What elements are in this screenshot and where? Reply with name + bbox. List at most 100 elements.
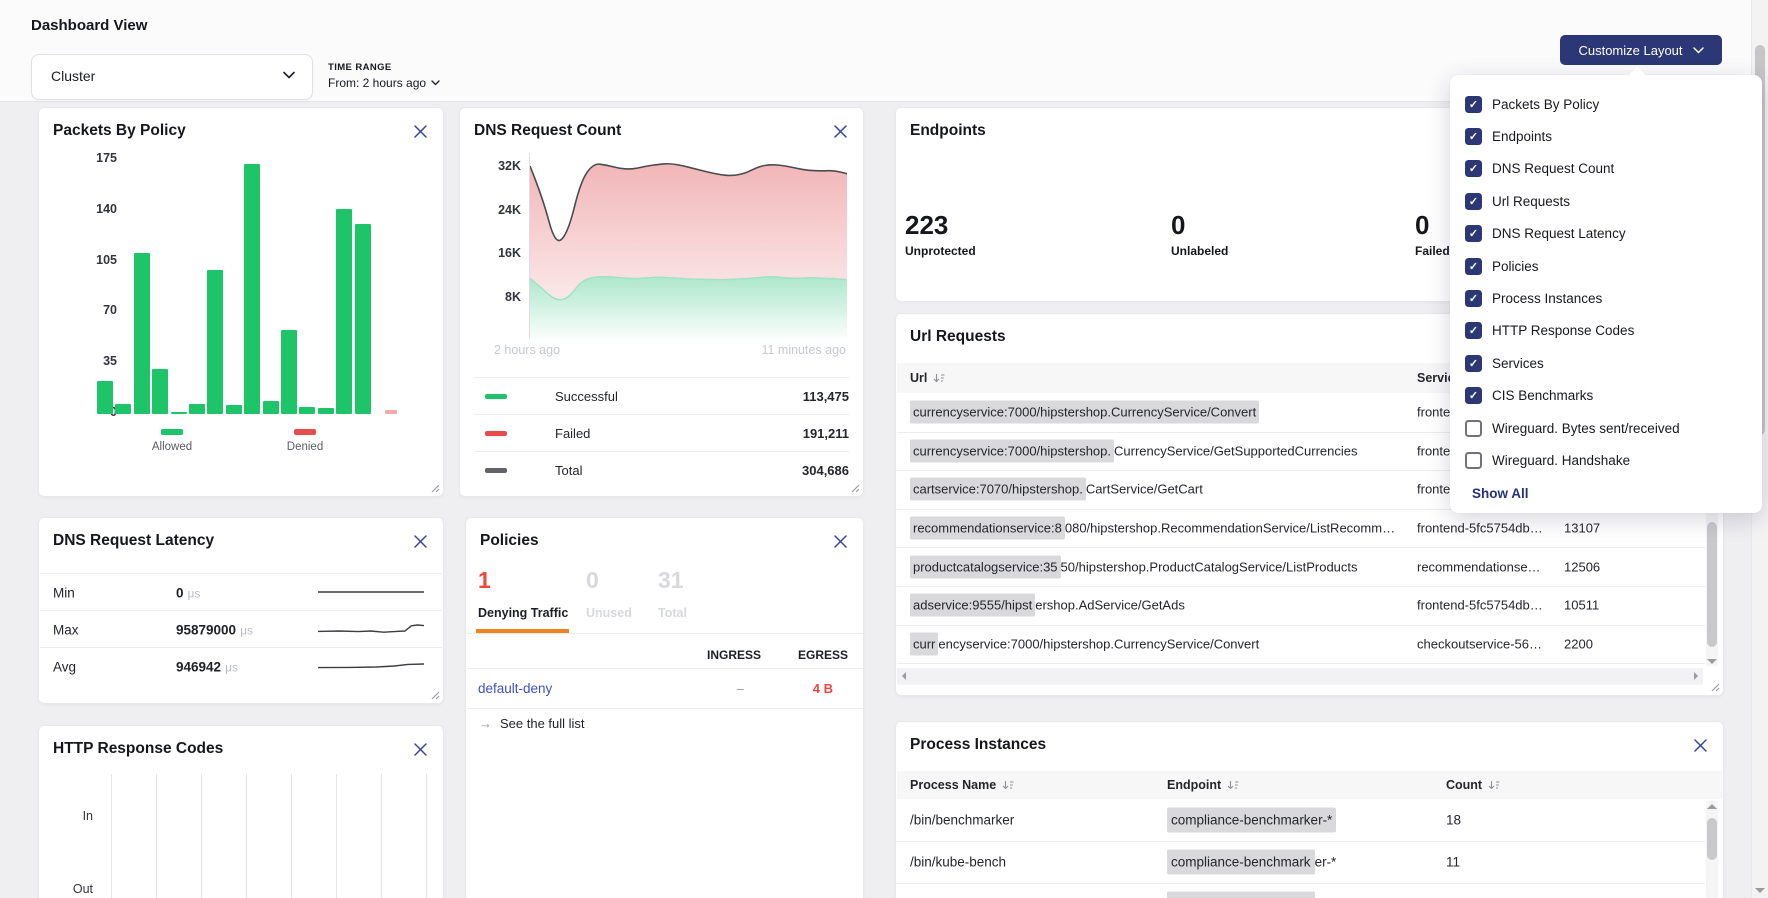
resize-handle[interactable] [850,483,860,493]
view-selector[interactable]: Cluster [31,54,313,100]
scroll-down-icon[interactable] [1755,888,1765,893]
column-header-endpoint[interactable]: Endpoint [1167,771,1239,799]
url-cell: adservice:9555/hipstershop.AdService/Get… [910,598,1185,613]
horizontal-scrollbar[interactable] [897,668,1703,685]
resize-handle[interactable] [1710,682,1720,692]
time-range: TIME RANGE From: 2 hours ago [328,62,440,90]
menu-item-dns-request-latency[interactable]: ✓ DNS Request Latency [1450,218,1762,250]
x-axis-label-end: 11 minutes ago [761,343,846,357]
column-header-url[interactable]: Url [910,363,945,393]
gridline [246,774,247,898]
url-cell: productcatalogservice:3550/hipstershop.P… [910,559,1358,574]
latency-row-min: Min0μs [40,573,442,611]
menu-item-label: DNS Request Latency [1492,226,1626,241]
checkbox-checked-icon[interactable]: ✓ [1465,290,1482,307]
menu-item-http-response-codes[interactable]: ✓HTTP Response Codes [1450,315,1762,347]
panel-policies: Policies 1 0 31 Denying Traffic Unused T… [465,517,864,898]
resize-handle[interactable] [430,690,440,700]
stat-unused-value: 0 [586,568,599,592]
close-icon[interactable] [409,530,431,552]
legend-label: Failed [555,426,590,441]
legend-value: 191,211 [803,426,849,441]
checkbox-checked-icon[interactable]: ✓ [1465,355,1482,372]
menu-item-label: Wireguard. Handshake [1492,453,1630,468]
allowed-bar [226,405,242,414]
scroll-left-icon[interactable] [902,672,906,680]
sort-icon [1227,780,1239,791]
close-icon[interactable] [829,530,851,552]
checkbox-checked-icon[interactable]: ✓ [1465,96,1482,113]
menu-item-policies[interactable]: ✓ Policies [1450,250,1762,282]
menu-item-label: Packets By Policy [1492,97,1599,112]
sparkline [318,656,424,676]
menu-item-wireguard-bytes-sent-received[interactable]: Wireguard. Bytes sent/received [1450,412,1762,444]
ingress-value: – [737,681,744,696]
checkbox-unchecked-icon[interactable] [1465,452,1482,469]
scrollbar-thumb[interactable] [1707,522,1717,647]
checkbox-checked-icon[interactable]: ✓ [1465,387,1482,404]
vertical-scrollbar[interactable] [1706,801,1718,898]
customize-layout-button[interactable]: Customize Layout [1560,35,1722,65]
menu-item-wireguard-handshake[interactable]: Wireguard. Handshake [1450,444,1762,476]
menu-item-process-instances[interactable]: ✓Process Instances [1450,282,1762,314]
sparkline [318,582,424,602]
scroll-up-icon[interactable] [1707,804,1717,809]
checkbox-checked-icon[interactable]: ✓ [1465,193,1482,210]
see-full-list-label: See the full list [500,716,585,731]
panel-title: Packets By Policy [53,122,186,140]
highlighted-text: currencyservice:7000/hipstershop.Currenc… [910,401,1259,424]
latency-value: 0μs [176,585,200,600]
dashboard-screen: Dashboard View Cluster TIME RANGE From: … [0,0,1768,898]
see-full-list-link[interactable]: → See the full list [479,716,585,731]
close-icon[interactable] [409,120,431,142]
tab-denying-traffic[interactable]: Denying Traffic [478,606,568,620]
checkbox-checked-icon[interactable]: ✓ [1465,322,1482,339]
panel-packets-by-policy: Packets By Policy 03570105140175 Allowed… [38,107,444,497]
resize-handle[interactable] [430,483,440,493]
denied-bar [385,410,397,414]
checkbox-checked-icon[interactable]: ✓ [1465,128,1482,145]
close-icon[interactable] [1689,734,1711,756]
checkbox-unchecked-icon[interactable] [1465,420,1482,437]
latency-unit: μs [188,586,201,600]
scrollbar-thumb[interactable] [1707,818,1717,860]
panel-title: HTTP Response Codes [53,740,223,758]
time-range-value[interactable]: From: 2 hours ago [328,76,440,90]
y-axis-tick: 35 [69,354,117,368]
legend-swatch-total [485,468,507,473]
checkbox-checked-icon[interactable]: ✓ [1465,225,1482,242]
process-name-cell: /bin/benchmarker [910,813,1014,828]
menu-item-url-requests[interactable]: ✓Url Requests [1450,185,1762,217]
legend-label: Successful [555,389,618,404]
column-header-count[interactable]: Count [1446,771,1500,799]
table-row: currencyservice:7000/hipstershop.Currenc… [897,625,1705,665]
sparkline [318,619,424,639]
allowed-bar [336,209,352,414]
close-icon[interactable] [829,120,851,142]
service-cell: frontend-5fc5754db… [1417,521,1543,536]
checkbox-checked-icon[interactable]: ✓ [1465,258,1482,275]
scroll-down-icon[interactable] [1707,659,1717,664]
tab-total[interactable]: Total [658,606,687,620]
menu-item-packets-by-policy[interactable]: ✓ Packets By Policy [1450,88,1762,120]
menu-item-cis-benchmarks[interactable]: ✓CIS Benchmarks [1450,380,1762,412]
allowed-bar [244,164,260,414]
x-axis-label-start: 2 hours ago [494,343,560,357]
menu-item-dns-request-count[interactable]: ✓DNS Request Count [1450,153,1762,185]
column-header-process-name[interactable]: Process Name [910,771,1014,799]
active-tab-underline [476,629,569,633]
legend-row-total: Total304,686 [474,451,849,488]
checkbox-checked-icon[interactable]: ✓ [1465,160,1482,177]
close-icon[interactable] [409,738,431,760]
scroll-right-icon[interactable] [1694,672,1698,680]
sort-icon [933,373,945,384]
policy-link[interactable]: default-deny [478,681,552,696]
legend-row-failed: Failed 191,211 [474,414,849,451]
menu-item-endpoints[interactable]: ✓Endpoints [1450,120,1762,152]
show-all-link[interactable]: Show All [1472,486,1529,501]
tab-unused[interactable]: Unused [586,606,632,620]
menu-item-services[interactable]: ✓Services [1450,347,1762,379]
menu-item-label: Policies [1492,259,1539,274]
allowed-bar [134,253,150,414]
stat-value: 0 [1171,212,1228,239]
